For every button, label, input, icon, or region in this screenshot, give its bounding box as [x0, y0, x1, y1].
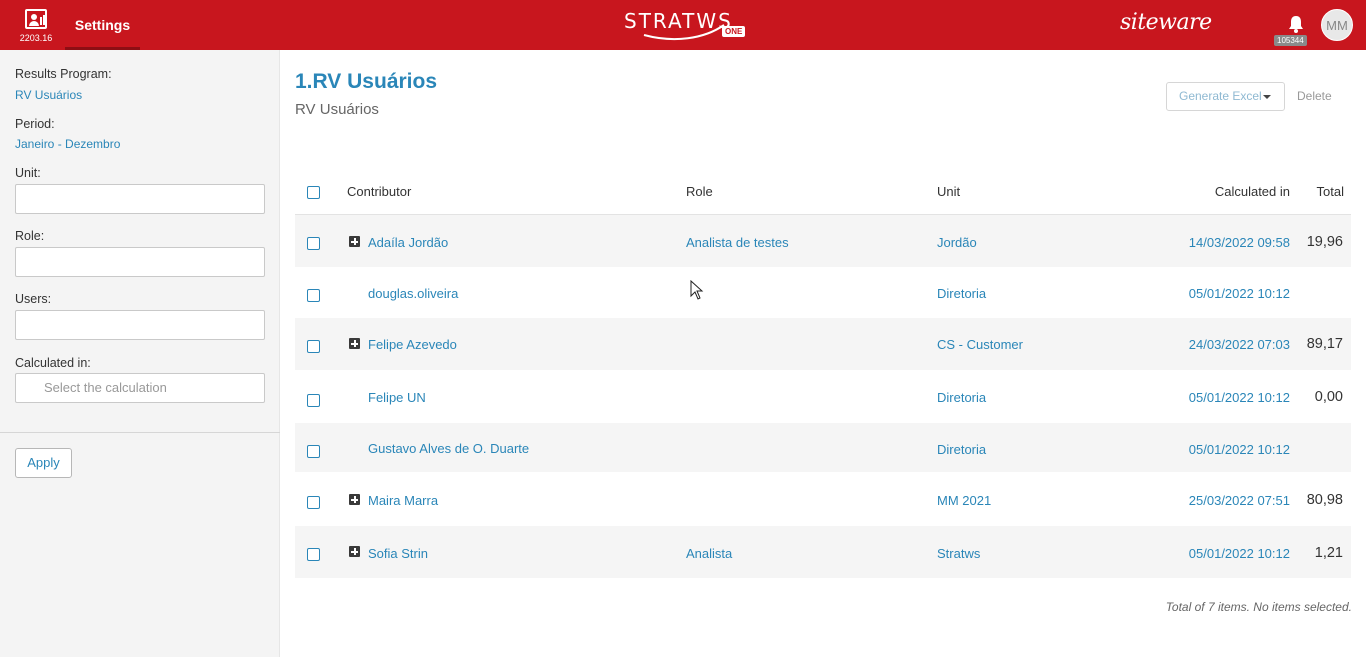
- expand-icon[interactable]: [349, 236, 360, 247]
- settings-tab[interactable]: Settings: [65, 0, 140, 50]
- brand-badge: ONE: [722, 26, 746, 37]
- calculated-cell: 05/01/2022 10:12: [1188, 442, 1290, 457]
- siteware-logo: siteware: [1120, 10, 1212, 35]
- calculated-cell: 25/03/2022 07:51: [1188, 493, 1290, 508]
- program-label: Results Program:: [15, 67, 112, 81]
- contributor-link[interactable]: Felipe Azevedo: [368, 337, 457, 352]
- program-link[interactable]: RV Usuários: [15, 88, 82, 102]
- notification-bell-icon[interactable]: [1287, 15, 1305, 33]
- page-title: 1.RV Usuários: [295, 70, 438, 93]
- row-checkbox[interactable]: [307, 289, 320, 302]
- table-row[interactable]: Gustavo Alves de O. Duarte Diretoria 05/…: [295, 423, 1351, 472]
- users-input[interactable]: [15, 310, 265, 340]
- unit-link[interactable]: Diretoria: [937, 442, 986, 457]
- role-input[interactable]: [15, 247, 265, 277]
- expand-icon[interactable]: [349, 338, 360, 349]
- calculation-select[interactable]: Select the calculation: [15, 373, 265, 403]
- select-all-checkbox[interactable]: [307, 186, 320, 199]
- notification-badge: 105344: [1274, 35, 1307, 46]
- role-link[interactable]: Analista de testes: [686, 235, 789, 250]
- table-row[interactable]: Adaíla Jordão Analista de testes Jordão …: [295, 215, 1351, 267]
- period-label: Period:: [15, 117, 55, 131]
- expand-icon[interactable]: [349, 494, 360, 505]
- total-cell: 80,98: [1306, 492, 1343, 508]
- unit-label: Unit:: [15, 166, 41, 180]
- col-unit[interactable]: Unit: [937, 184, 960, 199]
- generate-excel-label: Generate Excel: [1179, 89, 1262, 103]
- table-row[interactable]: Maira Marra MM 2021 25/03/2022 07:51 80,…: [295, 473, 1351, 525]
- row-checkbox[interactable]: [307, 496, 320, 509]
- col-role[interactable]: Role: [686, 184, 713, 199]
- total-cell: 19,96: [1306, 234, 1343, 250]
- unit-link[interactable]: CS - Customer: [937, 337, 1023, 352]
- contributor-link[interactable]: Sofia Strin: [368, 546, 428, 561]
- user-avatar[interactable]: MM: [1321, 9, 1353, 41]
- calculated-label: Calculated in:: [15, 356, 91, 370]
- table-row[interactable]: douglas.oliveira Diretoria 05/01/2022 10…: [295, 267, 1351, 317]
- generate-excel-button[interactable]: Generate Excel: [1166, 82, 1285, 111]
- contributor-link[interactable]: Maira Marra: [368, 493, 438, 508]
- calculated-cell: 14/03/2022 09:58: [1188, 235, 1290, 250]
- page-subtitle: RV Usuários: [295, 101, 379, 118]
- calculated-cell: 05/01/2022 10:12: [1188, 546, 1290, 561]
- apply-button[interactable]: Apply: [15, 448, 72, 478]
- total-cell: 1,21: [1314, 545, 1343, 561]
- col-total[interactable]: Total: [1300, 184, 1344, 199]
- unit-link[interactable]: Diretoria: [937, 390, 986, 405]
- sidebar-divider: [0, 432, 280, 433]
- contributor-link[interactable]: Gustavo Alves de O. Duarte: [368, 441, 529, 456]
- calculated-cell: 05/01/2022 10:12: [1188, 390, 1290, 405]
- stratws-logo: STRATWS ONE: [624, 9, 748, 41]
- role-link[interactable]: Analista: [686, 546, 732, 561]
- row-checkbox[interactable]: [307, 548, 320, 561]
- mouse-cursor-icon: [690, 280, 704, 300]
- table-summary: Total of 7 items. No items selected.: [1165, 600, 1352, 614]
- col-contributor[interactable]: Contributor: [347, 184, 411, 199]
- row-checkbox[interactable]: [307, 445, 320, 458]
- unit-link[interactable]: Jordão: [937, 235, 977, 250]
- delete-button[interactable]: Delete: [1297, 89, 1332, 103]
- calculated-cell: 05/01/2022 10:12: [1188, 286, 1290, 301]
- table-row[interactable]: Felipe Azevedo CS - Customer 24/03/2022 …: [295, 318, 1351, 370]
- unit-input[interactable]: [15, 184, 265, 214]
- filter-sidebar: Results Program: RV Usuários Period: Jan…: [0, 50, 280, 657]
- contributor-link[interactable]: douglas.oliveira: [368, 286, 458, 301]
- caret-down-icon: [1263, 95, 1271, 99]
- unit-link[interactable]: Diretoria: [937, 286, 986, 301]
- unit-link[interactable]: Stratws: [937, 546, 980, 561]
- row-checkbox[interactable]: [307, 394, 320, 407]
- top-bar: 2203.16 Settings STRATWS ONE siteware 10…: [0, 0, 1366, 50]
- period-link[interactable]: Janeiro - Dezembro: [15, 137, 120, 151]
- total-cell: 89,17: [1306, 336, 1343, 352]
- unit-link[interactable]: MM 2021: [937, 493, 991, 508]
- row-checkbox[interactable]: [307, 237, 320, 250]
- table-row[interactable]: Felipe UN Diretoria 05/01/2022 10:12 0,0…: [295, 370, 1351, 423]
- col-calculated[interactable]: Calculated in: [1140, 184, 1290, 199]
- users-label: Users:: [15, 292, 52, 306]
- total-cell: 0,00: [1314, 389, 1343, 405]
- table-row[interactable]: Sofia Strin Analista Stratws 05/01/2022 …: [295, 526, 1351, 578]
- calculated-cell: 24/03/2022 07:03: [1188, 337, 1290, 352]
- row-checkbox[interactable]: [307, 340, 320, 353]
- role-label: Role:: [15, 229, 45, 243]
- contributor-link[interactable]: Adaíla Jordão: [368, 235, 448, 250]
- contributor-link[interactable]: Felipe UN: [368, 390, 426, 405]
- expand-icon[interactable]: [349, 546, 360, 557]
- user-report-icon[interactable]: [25, 9, 47, 29]
- version-label: 2203.16: [19, 33, 53, 43]
